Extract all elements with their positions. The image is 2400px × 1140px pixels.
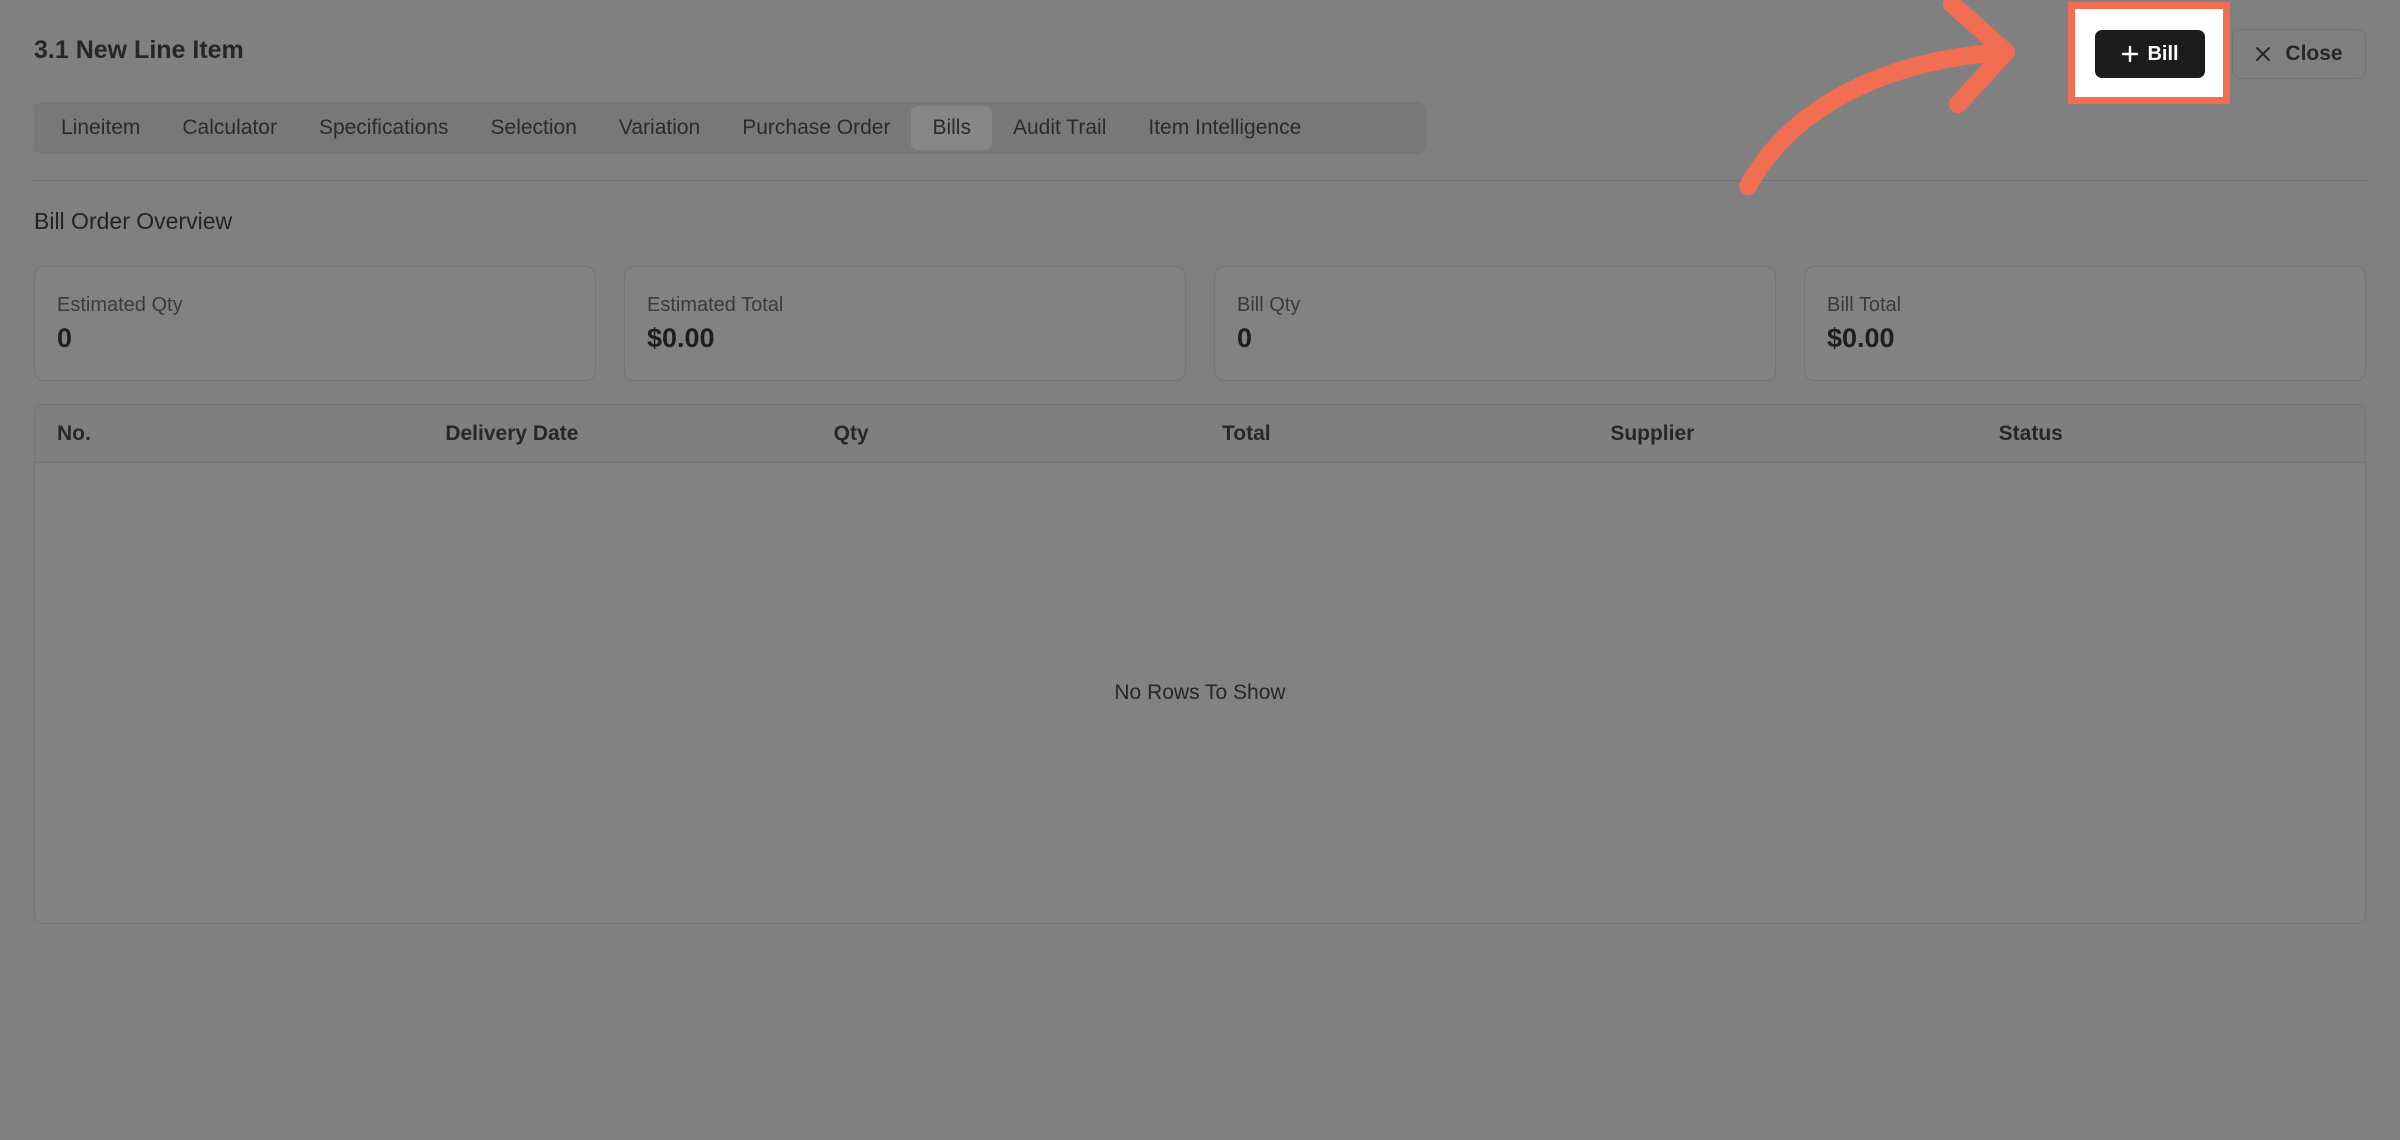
- bill-total-card: Bill Total $0.00: [1804, 266, 2366, 381]
- card-label: Bill Qty: [1237, 294, 1301, 316]
- empty-state-message: No Rows To Show: [1114, 681, 1286, 704]
- dialog-title: 3.1 New Line Item: [34, 36, 244, 64]
- column-header-qty[interactable]: Qty: [812, 422, 1200, 446]
- column-header-status[interactable]: Status: [1977, 422, 2365, 446]
- close-button[interactable]: Close: [2232, 29, 2366, 79]
- bills-table: No. Delivery Date Qty Total Supplier Sta…: [34, 404, 2366, 924]
- tab-selection[interactable]: Selection: [470, 106, 598, 150]
- card-label: Estimated Total: [647, 294, 784, 316]
- card-value: $0.00: [647, 323, 715, 353]
- tab-purchase-order[interactable]: Purchase Order: [721, 106, 911, 150]
- bill-qty-card: Bill Qty 0: [1214, 266, 1776, 381]
- estimated-qty-card: Estimated Qty 0: [34, 266, 596, 381]
- card-label: Bill Total: [1827, 294, 1902, 316]
- column-header-total[interactable]: Total: [1200, 422, 1588, 446]
- column-header-no[interactable]: No.: [35, 422, 423, 446]
- section-title: Bill Order Overview: [34, 208, 233, 234]
- tab-lineitem[interactable]: Lineitem: [40, 106, 161, 150]
- annotation-arrow-icon: [1739, 0, 2015, 195]
- tab-calculator[interactable]: Calculator: [161, 106, 298, 150]
- card-value: $0.00: [1827, 323, 1895, 353]
- tab-specifications[interactable]: Specifications: [298, 106, 470, 150]
- close-icon: [2256, 47, 2271, 61]
- plus-icon: [2122, 45, 2139, 63]
- card-label: Estimated Qty: [57, 294, 183, 316]
- line-item-dialog: 3.1 New Line Item Lineitem Calculator Sp…: [0, 0, 2400, 1140]
- add-bill-button[interactable]: Bill: [2095, 30, 2205, 78]
- tab-bills[interactable]: Bills: [911, 106, 992, 150]
- add-bill-label: Bill: [2147, 42, 2179, 65]
- column-header-delivery-date[interactable]: Delivery Date: [423, 422, 811, 446]
- card-value: 0: [1237, 323, 1253, 353]
- card-value: 0: [57, 323, 73, 353]
- overview-cards: Estimated Qty 0 Estimated Total $0.00 Bi…: [34, 266, 2366, 381]
- tab-item-intelligence[interactable]: Item Intelligence: [1127, 106, 1322, 150]
- tab-audit-trail[interactable]: Audit Trail: [992, 106, 1127, 150]
- estimated-total-card: Estimated Total $0.00: [624, 266, 1186, 381]
- table-header: No. Delivery Date Qty Total Supplier Sta…: [35, 405, 2365, 463]
- tab-variation[interactable]: Variation: [598, 106, 721, 150]
- tab-bar: Lineitem Calculator Specifications Selec…: [34, 102, 1426, 154]
- column-header-supplier[interactable]: Supplier: [1588, 422, 1976, 446]
- close-label: Close: [2285, 42, 2343, 65]
